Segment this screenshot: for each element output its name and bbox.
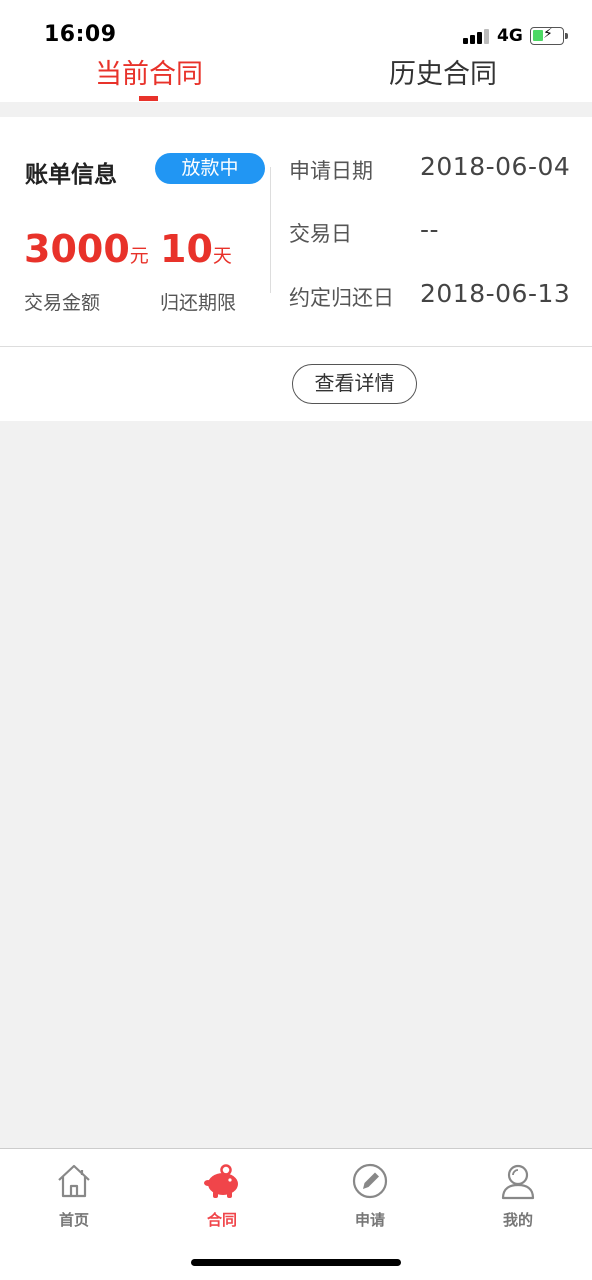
term-value: 10天 bbox=[160, 227, 232, 271]
signal-icon bbox=[463, 28, 491, 44]
active-tab-indicator bbox=[139, 96, 158, 101]
amount-label: 交易金额 bbox=[24, 292, 101, 314]
tab-current-contract[interactable]: 当前合同 bbox=[95, 52, 203, 102]
network-type: 4G bbox=[497, 26, 523, 46]
due-date-label: 约定归还日 bbox=[289, 286, 394, 310]
due-date-value: 2018-06-13 bbox=[420, 279, 571, 308]
piggy-bank-icon bbox=[204, 1164, 238, 1198]
tabbar-label-mine: 我的 bbox=[502, 1211, 533, 1229]
bill-card: 账单信息 放款中 3000元 10天 交易金额 归还期限 申请日期 2018-0… bbox=[0, 117, 592, 421]
tabbar-item-contract[interactable]: 合同 bbox=[148, 1149, 296, 1239]
term-number: 10 bbox=[160, 227, 213, 271]
bill-title: 账单信息 bbox=[25, 162, 117, 188]
horizontal-divider bbox=[0, 346, 592, 347]
term-label: 归还期限 bbox=[160, 292, 237, 314]
battery-icon: ⚡ bbox=[530, 26, 568, 45]
home-indicator bbox=[191, 1259, 401, 1266]
status-time: 16:09 bbox=[44, 22, 117, 47]
vertical-divider bbox=[270, 167, 271, 293]
term-unit: 天 bbox=[212, 245, 232, 267]
amount-number: 3000 bbox=[24, 227, 130, 271]
home-icon bbox=[58, 1164, 90, 1198]
tabbar-label-home: 首页 bbox=[58, 1211, 89, 1229]
tabbar-label-apply: 申请 bbox=[354, 1211, 385, 1229]
tabbar-item-mine[interactable]: 我的 bbox=[444, 1149, 592, 1239]
apply-date-label: 申请日期 bbox=[289, 159, 373, 183]
status-bar: 16:09 4G ⚡ bbox=[0, 0, 592, 52]
amount-unit: 元 bbox=[129, 245, 149, 267]
tabbar-item-home[interactable]: 首页 bbox=[0, 1149, 148, 1239]
apply-date-value: 2018-06-04 bbox=[420, 152, 571, 181]
contract-tabs: 当前合同 历史合同 bbox=[0, 52, 592, 102]
user-icon bbox=[501, 1164, 535, 1200]
edit-icon bbox=[352, 1163, 388, 1199]
view-details-button[interactable]: 查看详情 bbox=[292, 364, 417, 404]
trade-date-value: -- bbox=[420, 215, 440, 244]
tabbar-item-apply[interactable]: 申请 bbox=[296, 1149, 444, 1239]
amount-value: 3000元 bbox=[24, 227, 149, 271]
tab-history-contract[interactable]: 历史合同 bbox=[389, 52, 497, 102]
trade-date-label: 交易日 bbox=[289, 222, 352, 246]
tabbar-label-contract: 合同 bbox=[206, 1211, 237, 1229]
status-badge: 放款中 bbox=[155, 153, 265, 184]
